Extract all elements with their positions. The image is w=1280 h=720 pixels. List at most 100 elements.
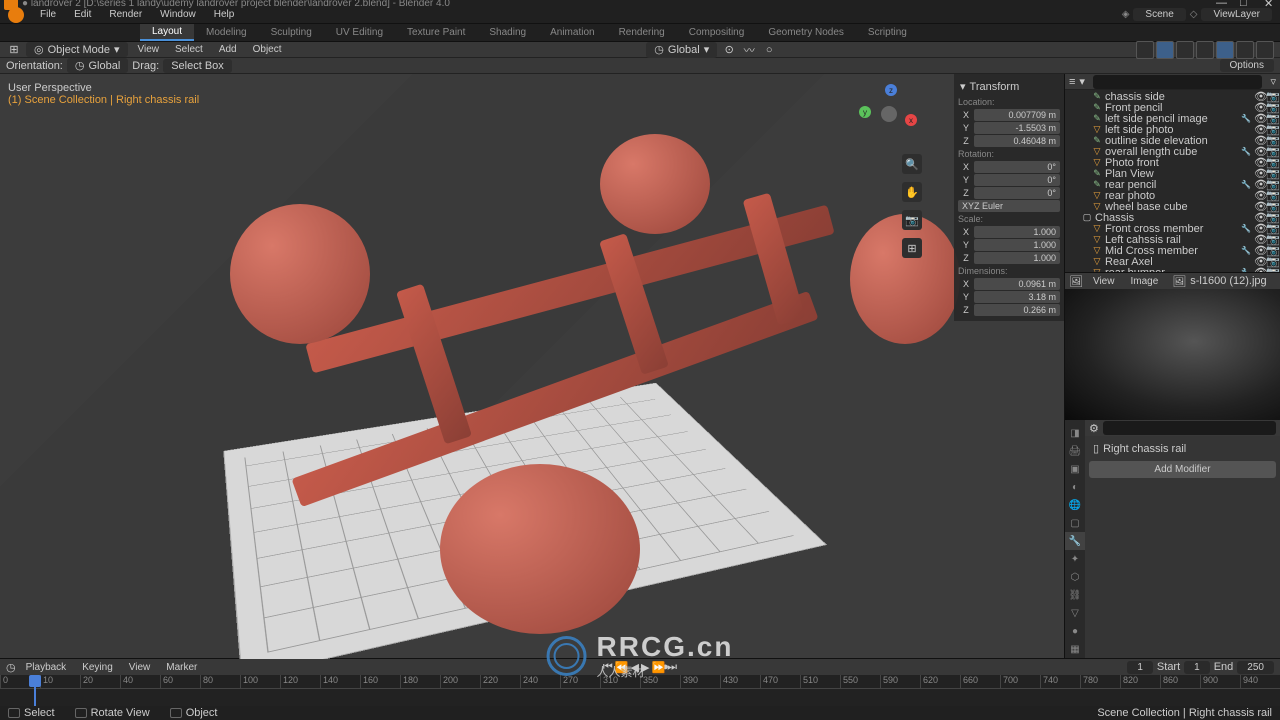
mode-dropdown[interactable]: ◎ Object Mode ▾ — [26, 42, 128, 57]
dimension-x-field[interactable]: 0.0961 m — [974, 278, 1060, 290]
location-y-field[interactable]: -1.5503 m — [974, 122, 1060, 134]
viewport-menu-add[interactable]: Add — [213, 42, 243, 57]
scale-y-field[interactable]: 1.000 — [974, 239, 1060, 251]
workspace-tab-geometrynodes[interactable]: Geometry Nodes — [756, 25, 856, 40]
rotation-y-field[interactable]: 0° — [974, 174, 1060, 186]
prop-tab-render-icon[interactable]: ◨ — [1065, 424, 1085, 442]
outliner-item[interactable]: ✎left side pencil image🔧👁📷 — [1065, 113, 1280, 124]
material-shading-icon[interactable] — [1236, 41, 1254, 59]
timeline-menu-view[interactable]: View — [123, 660, 157, 675]
scale-z-field[interactable]: 1.000 — [974, 252, 1060, 264]
prop-tab-modifier-icon[interactable]: 🔧 — [1065, 532, 1085, 550]
image-menu-view[interactable]: View — [1087, 274, 1121, 289]
pivot-icon[interactable]: ⊙ — [721, 42, 737, 58]
rotation-x-field[interactable]: 0° — [974, 161, 1060, 173]
solid-shading-icon[interactable] — [1216, 41, 1234, 59]
editor-type-icon[interactable]: 🖼 — [1069, 275, 1083, 288]
workspace-tab-layout[interactable]: Layout — [140, 24, 194, 41]
gizmo-z-axis[interactable]: z — [885, 84, 897, 96]
editor-type-icon[interactable]: ⚙ — [1089, 422, 1099, 435]
navigation-gizmo[interactable]: x y z — [859, 84, 919, 144]
transform-header[interactable]: ▾ Transform — [958, 78, 1060, 95]
scale-x-field[interactable]: 1.000 — [974, 226, 1060, 238]
viewport-menu-object[interactable]: Object — [247, 42, 288, 57]
perspective-toggle-icon[interactable]: ⊞ — [902, 238, 922, 258]
display-mode-icon[interactable]: ▾ — [1079, 75, 1085, 88]
editor-type-icon[interactable]: ⊞ — [6, 42, 22, 58]
viewlayer-icon[interactable]: ◇ — [1190, 9, 1198, 20]
gizmo-center[interactable] — [881, 106, 897, 122]
viewlayer-name-field[interactable]: ViewLayer — [1201, 8, 1272, 21]
outliner-item[interactable]: ✎rear pencil🔧👁📷 — [1065, 179, 1280, 190]
workspace-tab-compositing[interactable]: Compositing — [677, 25, 757, 40]
prop-tab-constraint-icon[interactable]: ⛓ — [1065, 586, 1085, 604]
keyframe-prev-icon[interactable]: ⏪ — [615, 661, 629, 674]
properties-search-input[interactable] — [1103, 421, 1276, 435]
timeline-menu-keying[interactable]: Keying — [76, 660, 119, 675]
camera-icon[interactable]: 📷 — [902, 210, 922, 230]
prop-tab-material-icon[interactable]: ● — [1065, 622, 1085, 640]
proportional-edit-icon[interactable]: ○ — [761, 42, 777, 58]
play-reverse-icon[interactable]: ◀ — [631, 661, 639, 674]
outliner-item[interactable]: ✎Front pencil👁📷 — [1065, 102, 1280, 113]
image-icon[interactable]: 🖼 — [1172, 275, 1186, 288]
rotation-mode-dropdown[interactable]: XYZ Euler — [958, 200, 1060, 212]
overlay-toggle-icon[interactable] — [1156, 41, 1174, 59]
prop-tab-output-icon[interactable]: 🖨 — [1065, 442, 1085, 460]
wireframe-shading-icon[interactable] — [1196, 41, 1214, 59]
outliner-item[interactable]: ✎Plan View👁📷 — [1065, 168, 1280, 179]
scene-selector-icon[interactable]: ◈ — [1122, 9, 1130, 20]
outliner-item[interactable]: ▽Left cahssis rail👁📷 — [1065, 234, 1280, 245]
outliner-item[interactable]: ▽overall length cube🔧👁📷 — [1065, 146, 1280, 157]
rotation-z-field[interactable]: 0° — [974, 187, 1060, 199]
options-button[interactable]: Options — [1220, 59, 1274, 72]
filter-icon[interactable]: ▿ — [1270, 75, 1276, 88]
outliner-item[interactable]: ▽rear photo👁📷 — [1065, 190, 1280, 201]
object-name-breadcrumb[interactable]: ▯ Right chassis rail — [1089, 440, 1276, 457]
jump-start-icon[interactable]: ⏮ — [603, 661, 613, 674]
prop-tab-world-icon[interactable]: 🌐 — [1065, 496, 1085, 514]
menu-edit[interactable]: Edit — [66, 7, 99, 22]
prop-tab-viewlayer-icon[interactable]: ▣ — [1065, 460, 1085, 478]
timeline-menu-marker[interactable]: Marker — [160, 660, 203, 675]
orientation-field[interactable]: ◷ Global — [67, 58, 128, 73]
workspace-tab-sculpting[interactable]: Sculpting — [259, 25, 324, 40]
outliner-item[interactable]: ▽Front cross member🔧👁📷 — [1065, 223, 1280, 234]
play-icon[interactable]: ▶ — [641, 661, 649, 674]
start-frame-field[interactable]: 1 — [1184, 661, 1210, 674]
workspace-tab-modeling[interactable]: Modeling — [194, 25, 259, 40]
outliner-item[interactable]: ▽wheel base cube👁📷 — [1065, 201, 1280, 212]
drag-field[interactable]: Select Box — [163, 59, 232, 73]
end-frame-field[interactable]: 250 — [1237, 661, 1274, 674]
outliner-item[interactable]: ▢Chassis👁📷 — [1065, 212, 1280, 223]
snap-icon[interactable]: 〰 — [741, 42, 757, 58]
current-frame-field[interactable]: 1 — [1127, 661, 1153, 674]
dimension-z-field[interactable]: 0.266 m — [974, 304, 1060, 316]
zoom-icon[interactable]: 🔍 — [902, 154, 922, 174]
scene-name-field[interactable]: Scene — [1133, 8, 1185, 21]
add-modifier-button[interactable]: Add Modifier — [1089, 461, 1276, 478]
location-z-field[interactable]: 0.46048 m — [974, 135, 1060, 147]
workspace-tab-uvediting[interactable]: UV Editing — [324, 25, 395, 40]
gizmo-x-axis[interactable]: x — [905, 114, 917, 126]
dimension-y-field[interactable]: 3.18 m — [974, 291, 1060, 303]
outliner-item[interactable]: ▽Photo front👁📷 — [1065, 157, 1280, 168]
outliner-item[interactable]: ▽left side photo👁📷 — [1065, 124, 1280, 135]
image-name-field[interactable]: s-l1600 (12).jpg — [1190, 275, 1266, 287]
outliner-search-input[interactable] — [1093, 75, 1263, 89]
workspace-tab-rendering[interactable]: Rendering — [607, 25, 677, 40]
outliner-item[interactable]: ▽Mid Cross member🔧👁📷 — [1065, 245, 1280, 256]
timeline-menu-playback[interactable]: Playback — [20, 660, 73, 675]
editor-type-icon[interactable]: ≡ — [1069, 76, 1075, 88]
prop-tab-particle-icon[interactable]: ✦ — [1065, 550, 1085, 568]
rendered-shading-icon[interactable] — [1256, 41, 1274, 59]
transform-orientation-dropdown[interactable]: ◷ Global ▾ — [646, 42, 717, 58]
outliner-tree[interactable]: ✎chassis side👁📷✎Front pencil👁📷✎left side… — [1065, 90, 1280, 272]
gizmo-y-axis[interactable]: y — [859, 106, 871, 118]
prop-tab-texture-icon[interactable]: ▦ — [1065, 640, 1085, 658]
image-canvas[interactable] — [1065, 289, 1280, 420]
image-menu-image[interactable]: Image — [1124, 274, 1164, 289]
menu-file[interactable]: File — [32, 7, 64, 22]
xray-toggle-icon[interactable] — [1176, 41, 1194, 59]
viewport-menu-view[interactable]: View — [132, 42, 166, 57]
